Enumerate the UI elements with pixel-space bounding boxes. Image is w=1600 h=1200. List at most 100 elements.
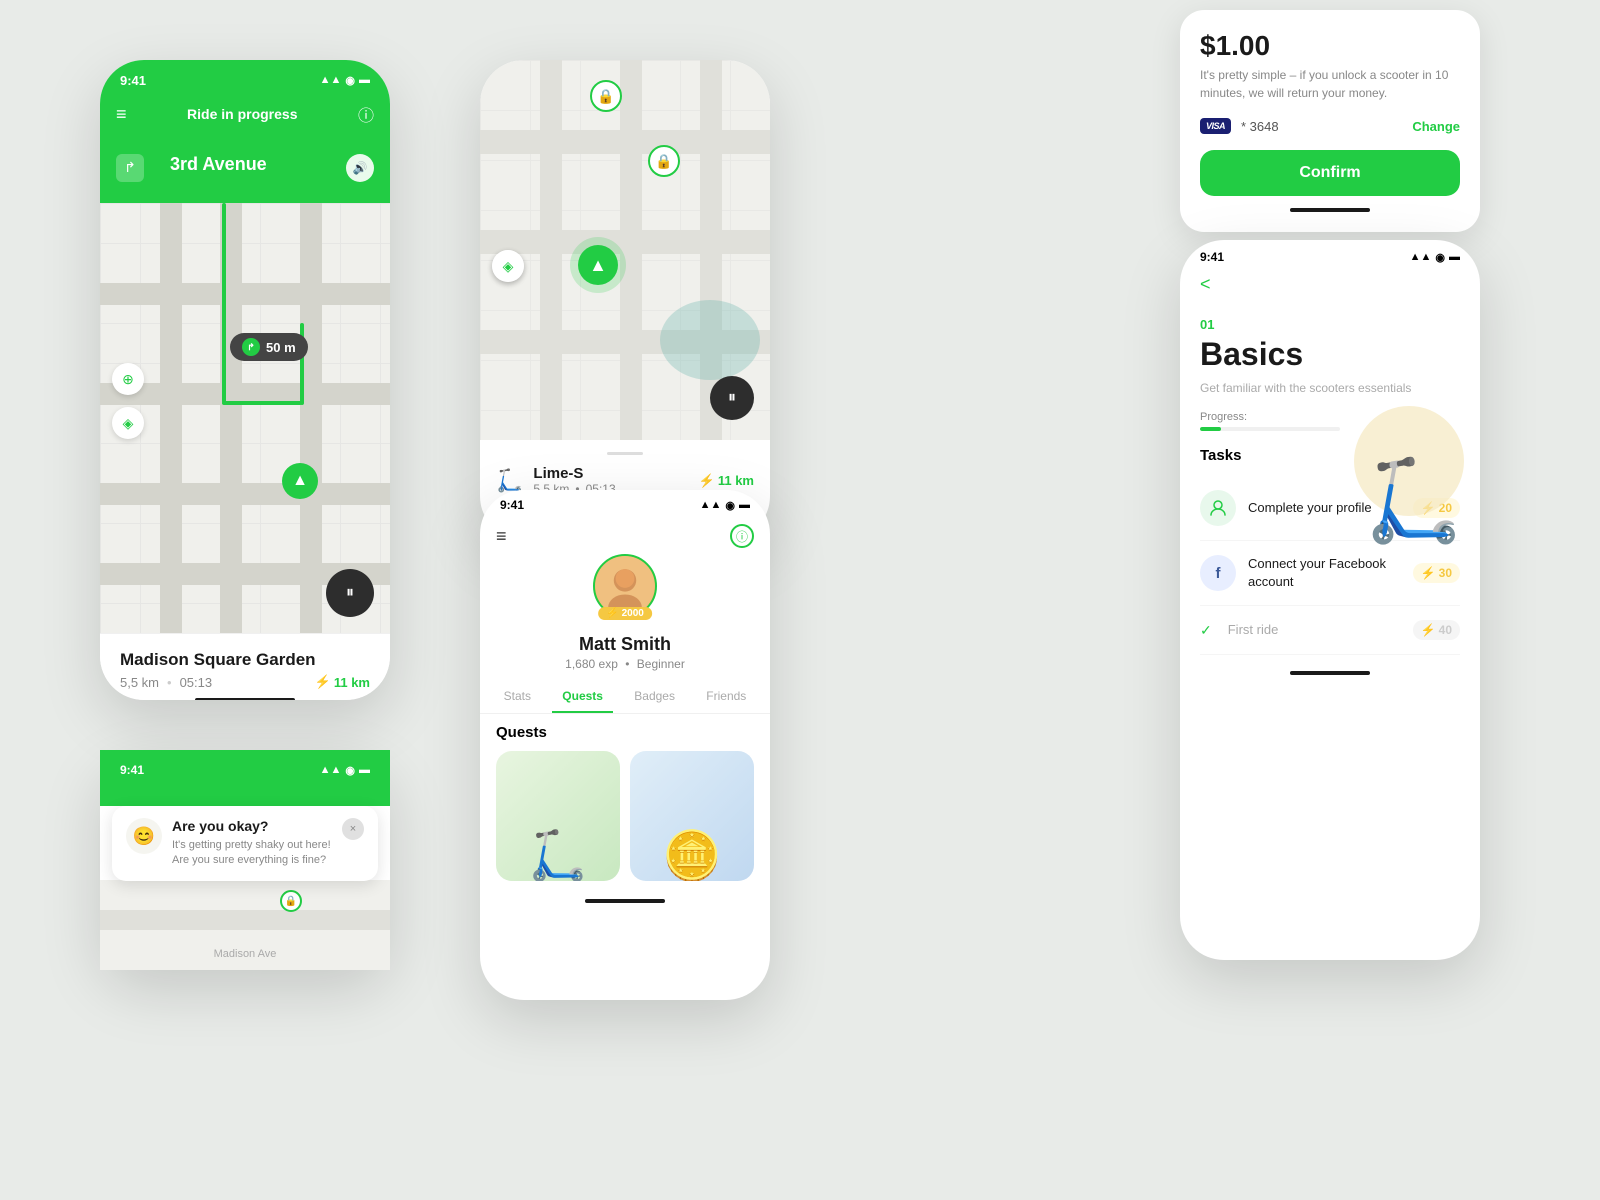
- basics-hero: 01 Basics Get familiar with the scooters…: [1180, 301, 1480, 447]
- quest-card-1[interactable]: 🛴: [496, 751, 620, 881]
- alert-road: [100, 910, 390, 930]
- distance-badge: ↱ 50 m: [230, 333, 308, 361]
- profile-wifi: ◉: [725, 499, 735, 512]
- quest-figure-1: 🛴: [528, 833, 588, 881]
- tab-friends[interactable]: Friends: [696, 681, 756, 713]
- distance-value: 50 m: [266, 340, 296, 355]
- profile-time: 9:41: [500, 498, 524, 512]
- alert-body: It's getting pretty shaky out here!Are y…: [172, 838, 332, 869]
- sheet-handle: [607, 452, 643, 455]
- phone-basics: 9:41 ▲▲ ◉ ▬ < 01 Basics Get familiar wit…: [1180, 240, 1480, 960]
- progress-fill: [1200, 427, 1221, 431]
- profile-info-icon[interactable]: ⓘ: [730, 524, 754, 548]
- change-payment-button[interactable]: Change: [1412, 119, 1460, 134]
- profile-tabs: Stats Quests Badges Friends: [480, 681, 770, 714]
- navigation-bar: ↱ 3rd Avenue 🔊: [100, 138, 390, 203]
- user-location-marker: ▲: [578, 245, 618, 285]
- alert-close-button[interactable]: ×: [342, 818, 364, 840]
- pause-icon: ⏸: [346, 584, 354, 602]
- pause-map-button[interactable]: ⏸: [710, 376, 754, 420]
- route-line-h: [222, 401, 302, 405]
- basics-signal: ▲▲: [1410, 251, 1432, 264]
- task-label-first-ride: First ride: [1228, 621, 1401, 639]
- alert-popup: 😊 Are you okay? It's getting pretty shak…: [112, 806, 378, 881]
- confirm-button[interactable]: Confirm: [1200, 150, 1460, 196]
- scooter-model-name: Lime-S: [533, 465, 688, 482]
- basics-time: 9:41: [1200, 250, 1224, 264]
- profile-dot: •: [625, 657, 629, 671]
- alert-title: Are you okay?: [172, 818, 332, 834]
- recenter-button[interactable]: ⊕: [112, 363, 144, 395]
- payment-method: VISA * 3648 Change: [1200, 118, 1460, 134]
- scooter-rider-illustration: 🛴: [1364, 461, 1464, 541]
- reward-points-2: 30: [1439, 566, 1452, 580]
- task-reward-facebook: ⚡ 30: [1413, 563, 1460, 583]
- pause-button[interactable]: ⏸: [326, 569, 374, 617]
- basics-status-bar: 9:41 ▲▲ ◉ ▬: [1180, 240, 1480, 268]
- scooter-arrow: ▲: [292, 472, 308, 490]
- reward-icon-3: ⚡: [1421, 623, 1436, 637]
- profile-signal: ▲▲: [700, 499, 722, 512]
- info-icon[interactable]: ⓘ: [358, 102, 374, 126]
- phone-alert: 9:41 ▲▲ ◉ ▬ Madison Ave 🔒 😊 Are you okay…: [100, 750, 390, 970]
- road-horizontal-3: [100, 483, 390, 505]
- trip-time: 05:13: [180, 675, 213, 690]
- turn-arrow-icon: ↱: [116, 154, 144, 182]
- battery-km: 11 km: [718, 473, 754, 488]
- alert-content: Are you okay? It's getting pretty shaky …: [172, 818, 332, 869]
- alert-emoji: 😊: [126, 818, 162, 854]
- quest-card-2[interactable]: 🪙: [630, 751, 754, 881]
- tab-quests[interactable]: Quests: [552, 681, 613, 713]
- basics-illustration: 🛴: [1344, 401, 1464, 541]
- map-road-v1: [540, 60, 562, 440]
- trip-distance: 5,5 km: [120, 675, 159, 690]
- battery-lightning: ⚡: [699, 473, 715, 489]
- facebook-f-icon: f: [1216, 565, 1221, 582]
- user-name: Matt Smith: [496, 634, 754, 655]
- compass-button[interactable]: ◈: [112, 407, 144, 439]
- user-arrow-icon: ▲: [589, 255, 607, 276]
- alert-scooter-marker: 🔒: [280, 890, 302, 912]
- map-road-v2: [620, 60, 642, 440]
- exp-value: 2000: [622, 608, 644, 619]
- alert-wifi: ◉: [345, 764, 355, 777]
- basics-wifi: ◉: [1435, 251, 1445, 264]
- profile-task-icon: [1200, 490, 1236, 526]
- payment-description: It's pretty simple – if you unlock a sco…: [1200, 66, 1460, 102]
- status-icons: ▲▲ ◉ ▬: [320, 74, 370, 87]
- back-button[interactable]: <: [1180, 268, 1480, 301]
- reward-icon-2: ⚡: [1421, 566, 1436, 580]
- ride-title: Ride in progress: [187, 106, 297, 122]
- scooter-location-pin: ▲: [282, 463, 318, 499]
- reward-points-3: 40: [1439, 623, 1452, 637]
- quest-figure-2: 🪙: [662, 833, 722, 881]
- exp-badge: ⚡ 2000: [598, 607, 652, 620]
- compass-map-button[interactable]: ◈: [492, 250, 524, 282]
- facebook-task-icon: f: [1200, 555, 1236, 591]
- payment-amount: $1.00: [1200, 30, 1460, 62]
- alert-status-icons: ▲▲ ◉ ▬: [320, 764, 370, 777]
- quests-grid: 🛴 🪙: [496, 751, 754, 881]
- phone-ride-in-progress: 9:41 ▲▲ ◉ ▬ ≡ Ride in progress ⓘ ↱ 3rd A…: [100, 60, 390, 700]
- tab-badges[interactable]: Badges: [624, 681, 685, 713]
- tab-stats[interactable]: Stats: [494, 681, 541, 713]
- basics-description: Get familiar with the scooters essential…: [1200, 379, 1460, 397]
- park-area: [660, 300, 760, 380]
- basics-battery-icon: ▬: [1449, 251, 1460, 264]
- scooter-marker-1[interactable]: 🔒: [590, 80, 622, 112]
- profile-menu-icon[interactable]: ≡: [496, 526, 507, 547]
- road-horizontal-1: [100, 283, 390, 305]
- task-facebook[interactable]: f Connect your Facebook account ⚡ 30: [1200, 541, 1460, 606]
- alert-green-header: [100, 786, 390, 806]
- phone-map-scooters: 🔒 🔒 ▲ ⊕ ◈ ⏸ 🛴 Lime-S 5,5 km •: [480, 60, 770, 540]
- alert-status-bar: 9:41 ▲▲ ◉ ▬: [100, 750, 390, 786]
- volume-button[interactable]: 🔊: [346, 154, 374, 182]
- payment-home-indicator: [1290, 208, 1370, 212]
- time-display: 9:41: [120, 73, 146, 88]
- menu-icon[interactable]: ≡: [116, 104, 127, 125]
- alert-time: 9:41: [120, 763, 144, 777]
- payment-card: $1.00 It's pretty simple – if you unlock…: [1180, 10, 1480, 232]
- scooter-marker-2[interactable]: 🔒: [648, 145, 680, 177]
- pause-map-icon: ⏸: [728, 389, 736, 407]
- profile-header: ≡ ⓘ: [480, 516, 770, 554]
